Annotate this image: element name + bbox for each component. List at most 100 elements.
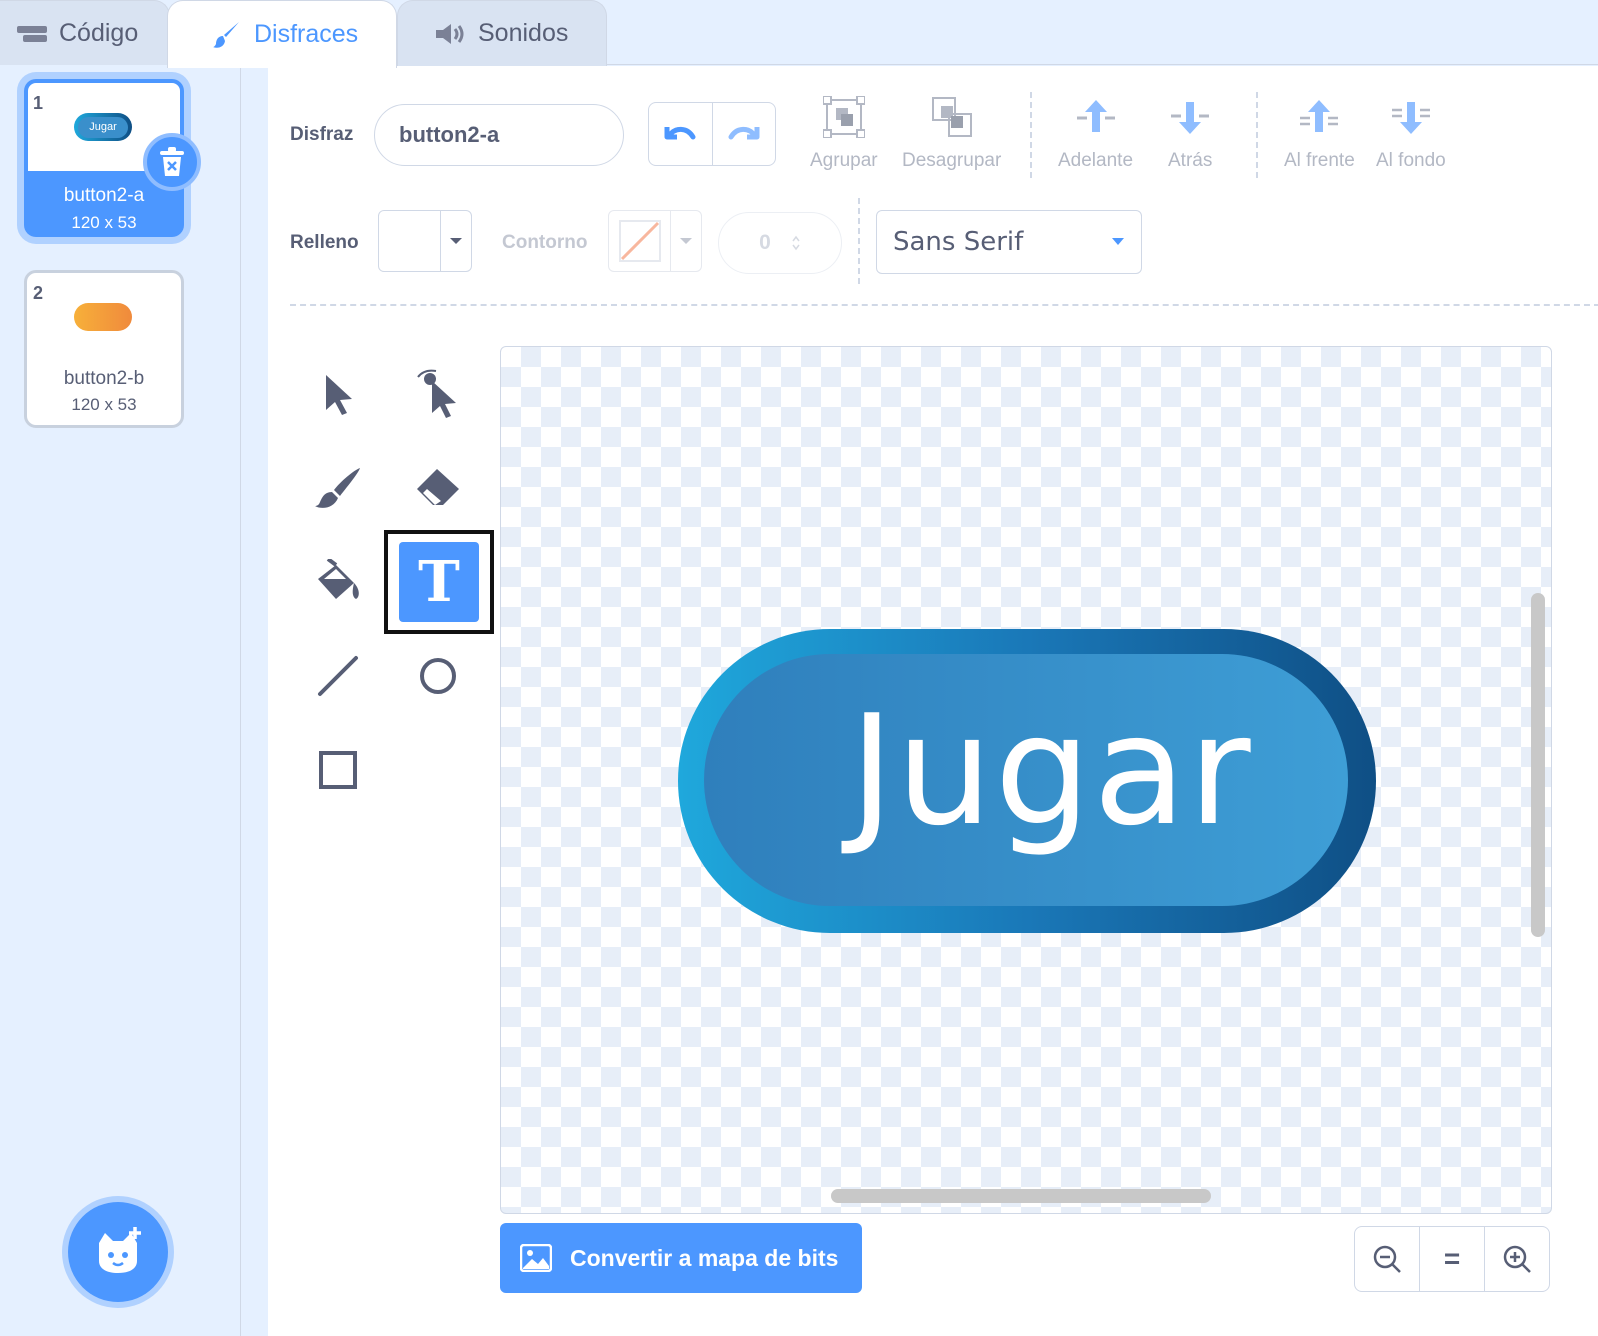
toolbar-divider <box>1256 92 1258 178</box>
select-tool[interactable] <box>290 346 386 442</box>
chevron-down-icon <box>1112 238 1124 245</box>
paint-editor: Disfraz button2-a Agrupar Desagrupar Ade… <box>268 66 1598 1336</box>
thumbnail-orange-button <box>74 303 132 331</box>
font-select[interactable]: Sans Serif <box>876 210 1142 274</box>
no-color-icon <box>618 220 661 262</box>
ungroup-button[interactable]: Desagrupar <box>902 96 1001 172</box>
circle-icon <box>420 658 456 694</box>
arrow-up-icon <box>1076 100 1115 132</box>
canvas-button-text[interactable]: Jugar <box>849 682 1252 859</box>
line-tool[interactable] <box>290 628 386 724</box>
reshape-tool[interactable] <box>390 346 486 442</box>
convert-label: Convertir a mapa de bits <box>570 1244 839 1271</box>
line-icon <box>318 656 358 696</box>
undo-redo-group <box>648 102 776 166</box>
toolbar-divider <box>1030 92 1032 178</box>
fill-color-picker[interactable] <box>378 210 472 272</box>
front-label: Al frente <box>1284 150 1355 171</box>
add-costume-button[interactable] <box>68 1202 168 1302</box>
costume-list: Jugar 1 button2-a 120 x 53 2 button2-b 1… <box>0 65 241 1336</box>
zoom-out-icon <box>1373 1245 1401 1273</box>
tab-code[interactable]: Código <box>0 0 170 66</box>
circle-tool[interactable] <box>390 628 486 724</box>
arrow-down-icon <box>1171 102 1210 134</box>
zoom-reset-button[interactable]: = <box>1420 1227 1485 1291</box>
tab-costumes[interactable]: Disfraces <box>167 0 397 68</box>
costume-number: 1 <box>33 93 44 113</box>
rectangle-tool[interactable] <box>290 722 386 818</box>
undo-icon <box>664 126 696 140</box>
toolbar-divider-horizontal <box>290 304 1598 306</box>
back-button[interactable]: Al fondo <box>1376 96 1446 172</box>
outline-label: Contorno <box>502 232 588 253</box>
fill-label: Relleno <box>290 232 359 253</box>
costume-item-2[interactable]: 2 button2-b 120 x 53 <box>24 270 184 428</box>
brush-icon <box>315 468 360 508</box>
tab-code-label: Código <box>59 19 139 47</box>
zoom-controls: = <box>1354 1226 1550 1292</box>
thumbnail-button-shape: Jugar <box>74 113 132 141</box>
chevron-down-icon <box>671 211 701 271</box>
zoom-in-button[interactable] <box>1485 1227 1549 1291</box>
outline-color-picker[interactable] <box>608 210 702 272</box>
backward-label: Atrás <box>1168 150 1213 171</box>
vertical-scrollbar[interactable] <box>1531 593 1545 937</box>
forward-button[interactable]: Adelante <box>1058 96 1133 172</box>
arrow-to-back-icon <box>1391 102 1430 134</box>
brush-icon <box>213 21 239 48</box>
ungroup-icon <box>931 97 972 137</box>
zoom-in-icon <box>1503 1245 1531 1273</box>
tab-sounds-label: Sonidos <box>478 19 569 47</box>
zoom-reset-label: = <box>1443 1243 1461 1274</box>
thumbnail-button-label: Jugar <box>78 116 128 138</box>
backward-button[interactable]: Atrás <box>1168 96 1212 172</box>
eraser-icon <box>417 469 459 505</box>
code-icon <box>17 25 47 42</box>
zoom-out-button[interactable] <box>1355 1227 1420 1291</box>
costume-name-label: Disfraz <box>290 124 354 145</box>
redo-button[interactable] <box>713 103 776 165</box>
costume-number: 2 <box>33 283 44 303</box>
brush-tool[interactable] <box>290 440 386 536</box>
group-icon <box>822 96 865 138</box>
trash-icon <box>160 147 184 176</box>
front-button[interactable]: Al frente <box>1284 96 1355 172</box>
drawing-canvas[interactable]: Jugar <box>500 346 1552 1214</box>
fill-icon <box>318 559 359 599</box>
canvas-button-inner: Jugar <box>704 654 1348 906</box>
bitmap-icon <box>520 1244 552 1272</box>
fill-tool[interactable] <box>290 534 386 630</box>
eraser-tool[interactable] <box>390 440 486 536</box>
speaker-icon <box>436 23 464 44</box>
horizontal-scrollbar[interactable] <box>831 1189 1211 1203</box>
tab-costumes-label: Disfraces <box>254 20 359 48</box>
costume-name-input[interactable]: button2-a <box>374 104 624 166</box>
editor-tabs: Código Disfraces Sonidos <box>0 0 1598 68</box>
undo-button[interactable] <box>649 103 713 165</box>
chevron-down-icon <box>441 211 471 271</box>
outline-width-value: 0 <box>759 231 771 254</box>
redo-icon <box>728 126 760 140</box>
costume-size: 120 x 53 <box>71 395 137 414</box>
font-select-value: Sans Serif <box>893 227 1024 257</box>
arrow-to-front-icon <box>1300 100 1339 132</box>
rectangle-icon <box>319 751 357 789</box>
back-label: Al fondo <box>1376 150 1446 171</box>
canvas-button-shape[interactable]: Jugar <box>678 629 1376 933</box>
toolbar-divider <box>858 198 860 284</box>
cat-add-icon <box>99 1227 141 1273</box>
delete-costume-button[interactable] <box>143 133 201 191</box>
group-button[interactable]: Agrupar <box>810 96 878 172</box>
stepper-icon <box>792 235 800 251</box>
outline-swatch <box>609 211 671 271</box>
fill-swatch <box>379 211 441 271</box>
group-label: Agrupar <box>810 150 878 171</box>
outline-width-input[interactable]: 0 <box>718 212 842 274</box>
convert-to-bitmap-button[interactable]: Convertir a mapa de bits <box>500 1223 862 1293</box>
forward-label: Adelante <box>1058 150 1134 171</box>
tab-sounds[interactable]: Sonidos <box>397 0 607 66</box>
select-icon <box>326 375 352 415</box>
text-tool[interactable]: T <box>384 530 494 634</box>
ungroup-label: Desagrupar <box>902 150 1002 171</box>
costume-size: 120 x 53 <box>71 213 137 232</box>
